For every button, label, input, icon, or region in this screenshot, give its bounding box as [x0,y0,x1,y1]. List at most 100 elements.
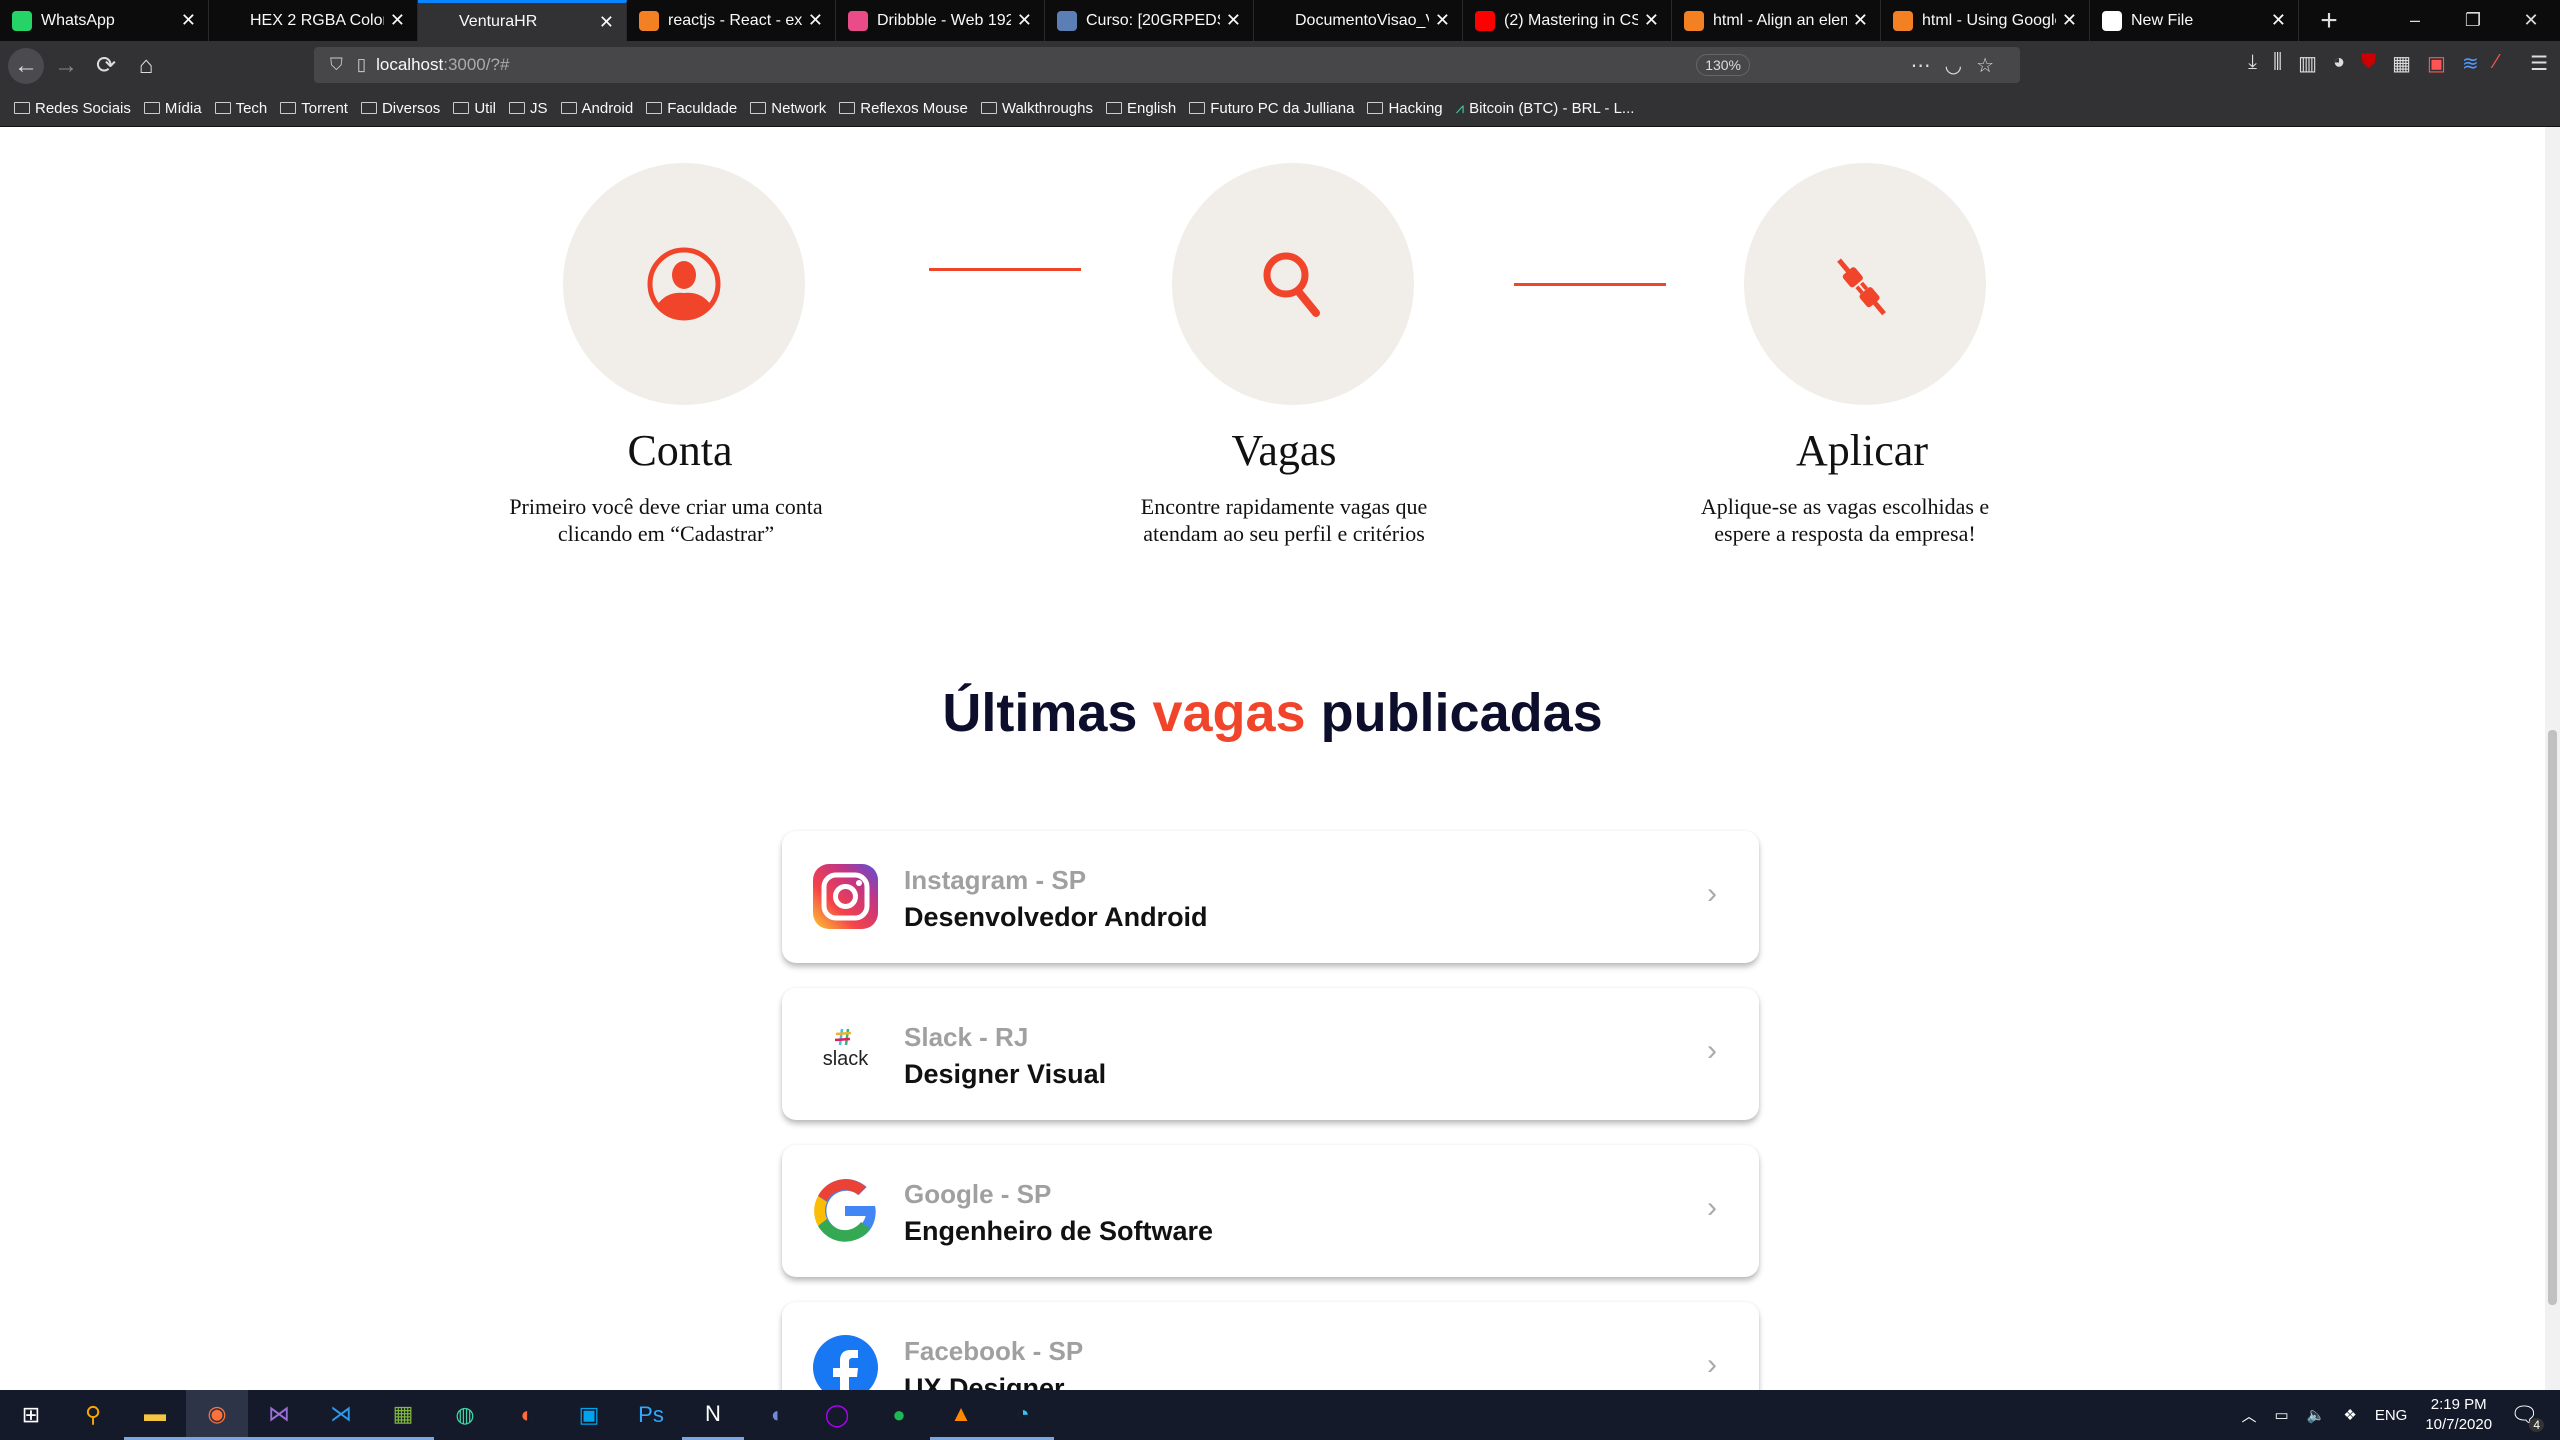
menu-icon[interactable]: ☰ [2530,51,2548,76]
restore-button[interactable]: ❐ [2444,0,2502,41]
bookmark-item[interactable]: English [1106,100,1176,117]
sidebar-icon[interactable]: ▥ [2298,51,2317,76]
taskbar-firefox-icon[interactable]: ◉ [186,1390,248,1440]
tab[interactable]: Dribbble - Web 192 ✕ [836,0,1045,41]
languagetool-icon[interactable]: ≋ [2462,51,2479,76]
tray-chevron-icon[interactable]: ︿ [2241,1405,2256,1426]
bookmark-item[interactable]: Tech [214,100,267,117]
close-tab-icon[interactable]: ✕ [1435,10,1450,31]
language-indicator[interactable]: ENG [2375,1407,2408,1424]
close-tab-icon[interactable]: ✕ [1226,10,1241,31]
close-tab-icon[interactable]: ✕ [1853,10,1868,31]
close-tab-icon[interactable]: ✕ [599,12,614,33]
volume-icon[interactable]: 🔈 [2307,1406,2326,1424]
extension-grid-icon[interactable]: ▦ [2392,51,2411,76]
extension-pen-icon[interactable]: ⁄ [2495,51,2498,76]
dropbox-icon[interactable]: ❖ [2343,1406,2356,1424]
tab-title: HEX 2 RGBA Color Calcu [250,11,384,29]
chevron-right-icon: › [1707,1191,1717,1224]
job-company: Facebook - SP [904,1336,1084,1366]
close-tab-icon[interactable]: ✕ [2062,10,2077,31]
clock[interactable]: 2:19 PM 10/7/2020 [2425,1395,2492,1435]
bookmark-item[interactable]: Reflexos Mouse [839,100,968,117]
tab[interactable]: (2) Mastering in CSS ✕ [1463,0,1672,41]
close-tab-icon[interactable]: ✕ [390,10,405,31]
bookmark-item[interactable]: Hacking [1367,100,1443,117]
new-tab-button[interactable]: + [2299,0,2359,41]
bookmark-item[interactable]: Android [560,100,633,117]
reload-button[interactable]: ⟳ [88,48,124,84]
tab-title: Curso: [20GRPEDS01 [1086,11,1220,29]
taskbar-edge-icon[interactable]: ◔ [992,1390,1054,1440]
back-button[interactable]: ← [8,47,44,84]
network-icon[interactable]: ▭ [2274,1406,2288,1424]
home-button[interactable]: ⌂ [128,48,164,84]
bookmark-item[interactable]: Futuro PC da Julliana [1189,100,1354,117]
tab[interactable]: Curso: [20GRPEDS01 ✕ [1045,0,1254,41]
taskbar-app-store-icon[interactable]: ▣ [558,1390,620,1440]
tab[interactable]: html - Align an elem ✕ [1672,0,1881,41]
close-tab-icon[interactable]: ✕ [808,10,823,31]
bookmark-item[interactable]: Redes Sociais [14,100,131,117]
bookmark-item[interactable]: JS [508,100,548,117]
taskbar-discord-icon[interactable]: ◖ [744,1390,806,1440]
taskbar-spotify-icon[interactable]: ● [868,1390,930,1440]
bookmark-item[interactable]: Torrent [280,100,348,117]
tab[interactable]: reactjs - React - exp ✕ [627,0,836,41]
tab[interactable]: HEX 2 RGBA Color Calcu ✕ [209,0,418,41]
bookmark-star-icon[interactable]: ☆ [1976,55,2008,77]
job-card[interactable]: Instagram - SP Desenvolvedor Android › [782,831,1759,963]
pocket-icon[interactable]: ◡ [1945,55,1976,77]
bookmark-item[interactable]: Faculdade [646,100,737,117]
download-icon[interactable]: ⤓ [2248,51,2257,76]
taskbar-search-icon[interactable]: ⚲ [62,1390,124,1440]
close-window-button[interactable]: ✕ [2502,0,2560,41]
tab-favicon-icon [1475,10,1495,31]
close-tab-icon[interactable]: ✕ [2271,10,2286,31]
scrollbar-thumb[interactable] [2548,730,2557,1305]
taskbar-file-explorer-icon[interactable]: ▬ [124,1390,186,1440]
job-card[interactable]: Facebook - SP UX Designer › [782,1302,1759,1390]
user-icon [647,247,721,321]
tab-favicon-icon [12,10,32,31]
tab[interactable]: WhatsApp ✕ [0,0,209,41]
extension-sitemap-icon[interactable]: ▣ [2427,51,2446,76]
minimize-button[interactable]: – [2386,0,2444,41]
bookmark-item[interactable]: Util [453,100,496,117]
taskbar-vlc-icon[interactable]: ▲ [930,1390,992,1440]
library-icon[interactable]: ⫼ [2273,51,2282,76]
forward-button[interactable]: → [48,48,84,84]
taskbar-visual-studio-icon[interactable]: ⋈ [248,1390,310,1440]
taskbar-photoshop-icon[interactable]: Ps [620,1390,682,1440]
tab[interactable]: DocumentoVisao_Ventur ✕ [1254,0,1463,41]
folder-icon [280,102,297,114]
tab[interactable]: New File ✕ [2090,0,2299,41]
close-tab-icon[interactable]: ✕ [181,10,196,31]
bookmark-item[interactable]: Network [750,100,826,117]
taskbar-postman-icon[interactable]: ◐ [496,1390,558,1440]
taskbar-app-circle-icon[interactable]: ◯ [806,1390,868,1440]
taskbar-notion-icon[interactable]: N [682,1390,744,1440]
ublock-icon[interactable]: ⛊ [2361,51,2376,76]
slack-logo-icon: slack [813,1021,878,1086]
extension-icon[interactable]: ◕ [2333,51,2345,76]
close-tab-icon[interactable]: ✕ [1644,10,1659,31]
job-card[interactable]: slack Slack - RJ Designer Visual › [782,988,1759,1120]
zoom-level[interactable]: 130% [1696,54,1750,76]
taskbar-gitkraken-icon[interactable]: ◍ [434,1390,496,1440]
tab[interactable]: VenturaHR ✕ [418,0,627,41]
bookmark-item[interactable]: Walkthroughs [980,100,1093,117]
notifications-icon[interactable]: 🗨 4 [2510,1402,2544,1432]
more-icon[interactable]: ⋯ [1911,55,1945,77]
bookmark-item[interactable]: Diversos [360,100,440,117]
bookmark-item[interactable]: ⩘ Bitcoin (BTC) - BRL - L... [1456,100,1635,117]
taskbar-app-icon[interactable]: ▦ [372,1390,434,1440]
job-card[interactable]: Google - SP Engenheiro de Software › [782,1145,1759,1277]
url-bar[interactable]: ⛉ ▯ localhost:3000/?# 130% ⋯◡☆ [314,47,2020,83]
bookmark-item[interactable]: Mídia [143,100,202,117]
close-tab-icon[interactable]: ✕ [1017,10,1032,31]
taskbar-vscode-icon[interactable]: ⋊ [310,1390,372,1440]
taskbar-windows-start-icon[interactable]: ⊞ [0,1390,62,1440]
scrollbar[interactable] [2545,127,2560,1390]
tab[interactable]: html - Using Google ✕ [1881,0,2090,41]
